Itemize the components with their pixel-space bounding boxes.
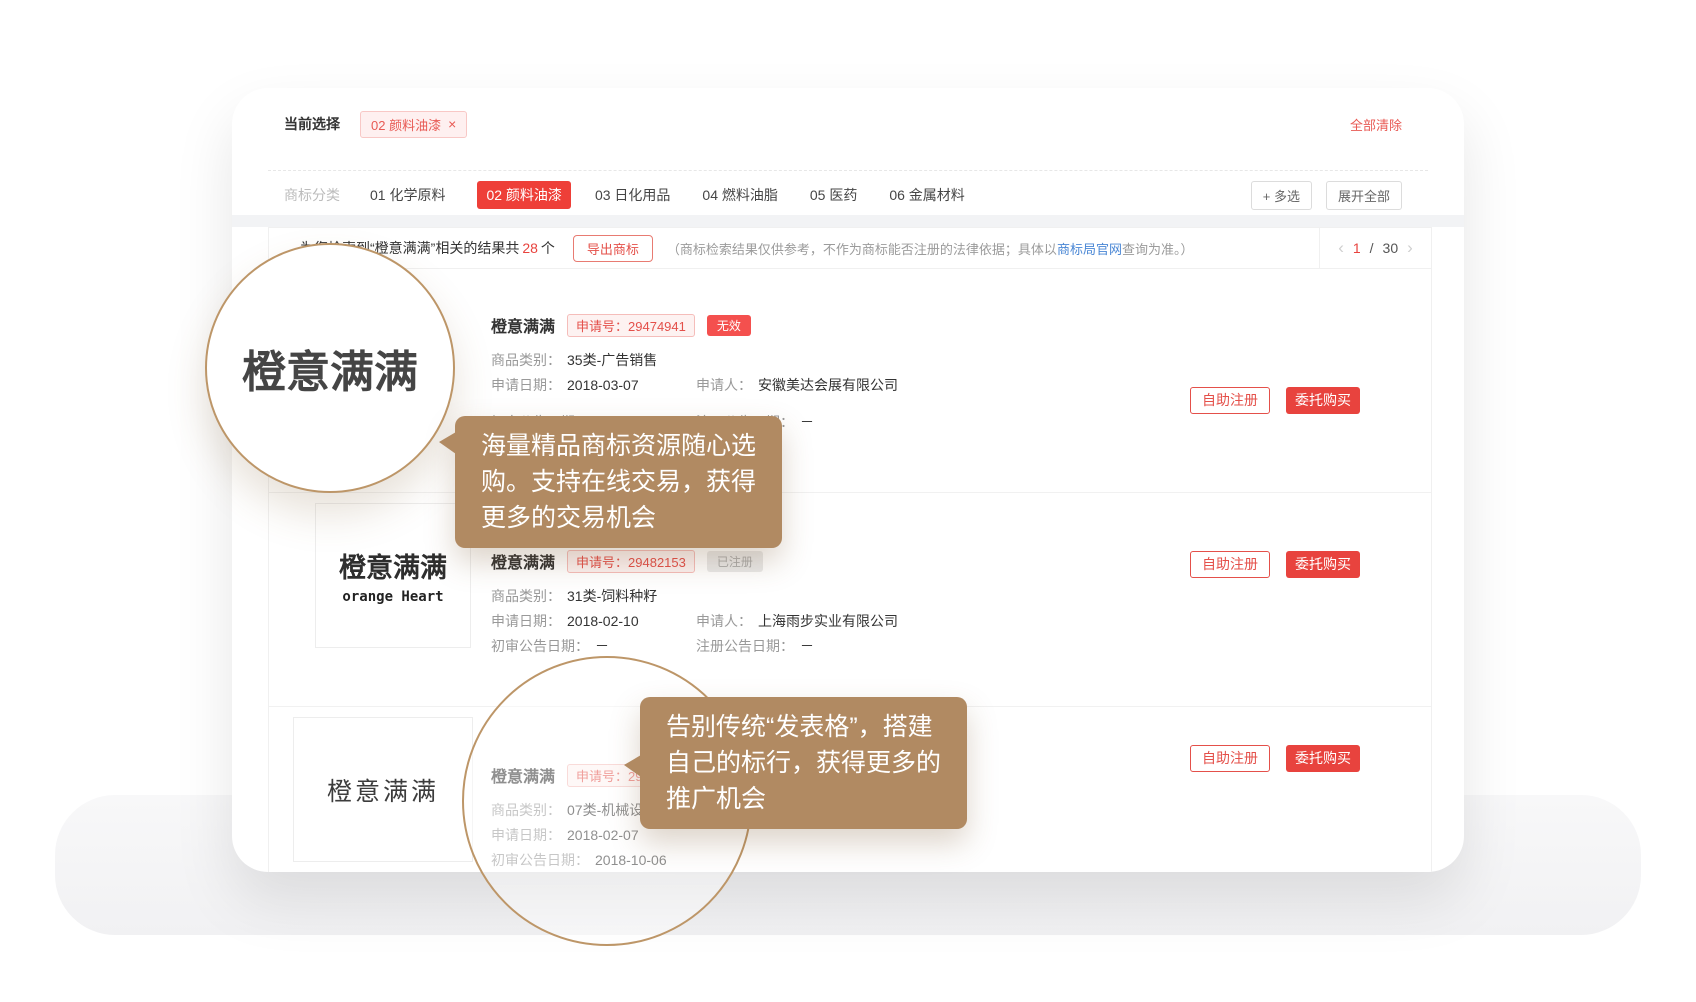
row-3-actions: 自助注册 委托购买: [1190, 745, 1360, 772]
entrust-buy-button[interactable]: 委托购买: [1286, 551, 1360, 578]
total-pages: 30: [1383, 240, 1399, 256]
reg-pub-value: －: [800, 412, 814, 432]
apply-date-label: 申请日期：: [491, 611, 561, 631]
status-badge-invalid: 无效: [707, 315, 751, 336]
row-2-details: 橙意满满 申请号：29482153 已注册 商品类别： 31类-饲料种籽 申请日期…: [491, 549, 898, 658]
dashed-divider: [268, 170, 1428, 171]
results-header: 为您检索到“橙意满满”相关的结果共28个 导出商标 （商标检索结果仅供参考，不作…: [269, 228, 1431, 269]
category-actions: + 多选 展开全部: [1251, 181, 1402, 210]
category-item-05[interactable]: 05 医药: [810, 185, 857, 205]
detail-line: 初审公告日期： － 注册公告日期： －: [491, 633, 898, 658]
clear-all-button[interactable]: 全部清除: [1350, 115, 1402, 134]
trademark-image: 橙意满满 orange Heart: [315, 503, 471, 648]
self-register-button[interactable]: 自助注册: [1190, 387, 1270, 414]
multi-select-button[interactable]: + 多选: [1251, 181, 1312, 210]
row-1-actions: 自助注册 委托购买: [1190, 387, 1360, 414]
category-item-03[interactable]: 03 日化用品: [595, 185, 670, 205]
detail-line: 商品类别： 31类-饲料种籽: [491, 583, 898, 608]
apply-date-value: 2018-02-10: [567, 613, 639, 629]
application-number-label: 申请号：: [576, 555, 628, 570]
magnified-trademark-text: 橙意满满: [242, 336, 418, 400]
trademark-image-text: 橙意满满: [327, 772, 439, 808]
pagination: ‹ 1 / 30 ›: [1319, 228, 1431, 268]
promo-tooltip-bottom: 告别传统“发表格”，搭建 自己的标行，获得更多的 推广机会: [640, 697, 967, 829]
reg-pub-label: 注册公告日期：: [696, 636, 794, 656]
detail-line: 商品类别： 35类-广告销售: [491, 347, 898, 372]
selected-filter-tag-label: 02 颜料油漆: [371, 115, 441, 134]
current-selection-label: 当前选择: [284, 114, 340, 134]
remove-filter-icon[interactable]: ×: [448, 117, 456, 131]
application-number-badge: 申请号：29482153: [567, 550, 695, 573]
results-summary-suffix: 个: [541, 240, 555, 256]
entrust-buy-button[interactable]: 委托购买: [1286, 745, 1360, 772]
reg-pub-value: －: [800, 636, 814, 656]
next-page-icon[interactable]: ›: [1407, 238, 1413, 258]
trademark-image-subtext: orange Heart: [342, 589, 443, 605]
entrust-buy-button[interactable]: 委托购买: [1286, 387, 1360, 414]
first-pub-value: －: [595, 636, 609, 656]
category-item-04[interactable]: 04 燃料油脂: [702, 185, 777, 205]
application-number-badge: 申请号：29474941: [567, 314, 695, 337]
applicant-value: 上海雨步实业有限公司: [758, 611, 898, 631]
category-item-01[interactable]: 01 化学原料: [370, 185, 445, 205]
category-value: 31类-饲料种籽: [567, 586, 657, 606]
result-row-2: 橙意满满 orange Heart 橙意满满 申请号：29482153 已注册 …: [269, 493, 1431, 707]
category-item-02-selected[interactable]: 02 颜料油漆: [477, 181, 570, 209]
disclaimer-suffix: 查询为准。）: [1122, 242, 1194, 257]
applicant-label: 申请人：: [696, 375, 752, 395]
applicant-value: 安徽美达会展有限公司: [758, 375, 898, 395]
category-value: 35类-广告销售: [567, 350, 657, 370]
trademark-name: 橙意满满: [491, 313, 555, 337]
current-page: 1: [1353, 240, 1361, 256]
trademark-image-text: 橙意满满: [339, 546, 447, 585]
row-1-title-line: 橙意满满 申请号：29474941 无效: [491, 313, 898, 337]
page-separator: /: [1370, 240, 1374, 256]
detail-line: 申请日期： 2018-03-07 申请人： 安徽美达会展有限公司: [491, 372, 898, 397]
row-2-actions: 自助注册 委托购买: [1190, 551, 1360, 578]
application-number-value: 29482153: [628, 555, 686, 570]
self-register-button[interactable]: 自助注册: [1190, 551, 1270, 578]
category-item-06[interactable]: 06 金属材料: [889, 185, 964, 205]
section-gap: [232, 215, 1464, 227]
expand-all-button[interactable]: 展开全部: [1326, 181, 1402, 210]
category-label: 商品类别：: [491, 350, 561, 370]
promo-tooltip-top: 海量精品商标资源随心选 购。支持在线交易，获得 更多的交易机会: [455, 416, 782, 548]
export-trademarks-button[interactable]: 导出商标: [573, 235, 653, 262]
apply-date-value: 2018-03-07: [567, 377, 639, 393]
application-number-value: 29474941: [628, 319, 686, 334]
row-2-detail-grid: 商品类别： 31类-饲料种籽 申请日期： 2018-02-10 申请人： 上海雨步实业…: [491, 583, 898, 658]
applicant-label: 申请人：: [696, 611, 752, 631]
prev-page-icon[interactable]: ‹: [1338, 238, 1344, 258]
category-row-label: 商标分类: [284, 185, 340, 205]
status-badge-registered: 已注册: [707, 551, 763, 572]
application-number-label: 申请号：: [576, 319, 628, 334]
filter-section: 当前选择 02 颜料油漆 × 全部清除 商标分类 01 化学原料 02 颜料油漆…: [232, 88, 1464, 215]
disclaimer-text: （商标检索结果仅供参考，不作为商标能否注册的法律依据；具体以商标局官网查询为准。…: [667, 239, 1194, 258]
self-register-button[interactable]: 自助注册: [1190, 745, 1270, 772]
selected-filter-tag[interactable]: 02 颜料油漆 ×: [360, 111, 467, 138]
disclaimer-prefix: （商标检索结果仅供参考，不作为商标能否注册的法律依据；具体以: [667, 242, 1057, 257]
category-label: 商品类别：: [491, 586, 561, 606]
first-pub-label: 初审公告日期：: [491, 636, 589, 656]
results-count: 28: [522, 240, 538, 256]
row-2-title-line: 橙意满满 申请号：29482153 已注册: [491, 549, 898, 573]
category-row: 商标分类 01 化学原料 02 颜料油漆 03 日化用品 04 燃料油脂 05 …: [284, 180, 1402, 210]
trademark-office-link[interactable]: 商标局官网: [1057, 242, 1122, 257]
trademark-name: 橙意满满: [491, 549, 555, 573]
trademark-image: 橙意满满: [293, 717, 473, 862]
apply-date-label: 申请日期：: [491, 375, 561, 395]
magnifier-circle-top: 橙意满满: [205, 243, 455, 493]
detail-line: 申请日期： 2018-02-10 申请人： 上海雨步实业有限公司: [491, 608, 898, 633]
current-selection-row: 当前选择 02 颜料油漆 × 全部清除: [284, 110, 1402, 138]
